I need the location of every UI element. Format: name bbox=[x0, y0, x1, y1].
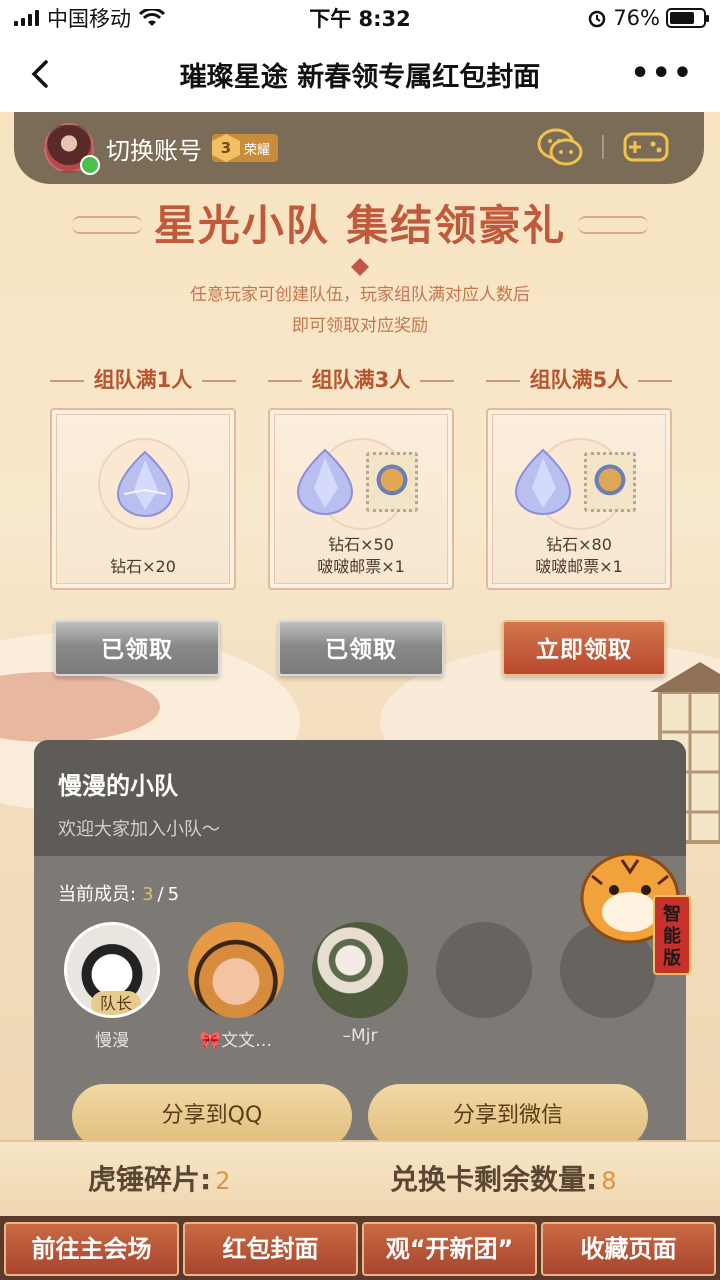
status-bar: 中国移动 下午 8:32 76% bbox=[0, 0, 720, 36]
reward-text: 钻石×50 啵啵邮票×1 bbox=[270, 534, 452, 578]
reward-tier-1: 组队满1人 钻石×20 bbox=[50, 364, 236, 590]
tab-red-envelope-cover[interactable]: 红包封面 bbox=[183, 1222, 358, 1276]
cards-label: 兑换卡剩余数量: bbox=[390, 1163, 598, 1196]
diamond-icon bbox=[296, 448, 354, 515]
member-slot-empty[interactable] bbox=[436, 922, 532, 1018]
back-button[interactable] bbox=[26, 56, 56, 92]
page-title: 璀璨星途 新春领专属红包封面 bbox=[179, 61, 541, 93]
member-name: –Mjr bbox=[342, 1026, 378, 1046]
bottom-tabs: 前往主会场 红包封面 观“开新团” 收藏页面 bbox=[0, 1216, 720, 1280]
tab-bookmark-page[interactable]: 收藏页面 bbox=[541, 1222, 716, 1276]
fragments-stat: 虎锤碎片: 2 bbox=[88, 1158, 230, 1198]
event-page: 切换账号 3 荣耀 星光小队 集结领豪礼 任意玩家可创建队伍，玩家组队满对应人数… bbox=[0, 112, 720, 1280]
more-button[interactable]: ••• bbox=[630, 56, 694, 91]
level-badge: 3 荣耀 bbox=[212, 134, 279, 162]
cards-stat: 兑换卡剩余数量: 8 bbox=[390, 1158, 616, 1198]
wechat-icon bbox=[80, 155, 100, 175]
team-name: 慢漫的小队 bbox=[58, 772, 178, 800]
reward-line: 钻石×80 bbox=[546, 535, 612, 554]
reward-tier-3: 组队满3人 钻石×50 啵啵邮票×1 bbox=[268, 364, 454, 590]
tier-label: 组队满3人 bbox=[268, 364, 454, 396]
members-label: 当前成员: bbox=[58, 884, 137, 905]
members-current: 3 bbox=[142, 884, 154, 905]
members-separator: / bbox=[157, 884, 164, 905]
diamond-icon bbox=[514, 448, 572, 515]
reward-line: 啵啵邮票×1 bbox=[535, 557, 623, 576]
reward-card: 钻石×50 啵啵邮票×1 bbox=[268, 408, 454, 590]
reward-card: 钻石×80 啵啵邮票×1 bbox=[486, 408, 672, 590]
tab-watch-new-group[interactable]: 观“开新团” bbox=[362, 1222, 537, 1276]
stats-bar: 虎锤碎片: 2 兑换卡剩余数量: 8 bbox=[0, 1140, 720, 1216]
status-time: 下午 8:32 bbox=[309, 7, 411, 31]
header-divider bbox=[602, 135, 604, 159]
reward-line: 钻石×20 bbox=[110, 557, 176, 576]
stamp-icon bbox=[584, 452, 636, 512]
members-count: 当前成员: 3/5 bbox=[58, 880, 179, 906]
share-qq-button[interactable]: 分享到QQ bbox=[72, 1084, 352, 1148]
tier-label: 组队满5人 bbox=[486, 364, 672, 396]
cards-value: 8 bbox=[601, 1167, 617, 1195]
member-name: 🎀文文… bbox=[199, 1031, 273, 1051]
tiger-mascot-icon[interactable]: 智 能 版 bbox=[572, 836, 702, 976]
title-ornament bbox=[72, 216, 142, 234]
tab-main-venue[interactable]: 前往主会场 bbox=[4, 1222, 179, 1276]
reward-text: 钻石×20 bbox=[52, 556, 234, 578]
title-ornament bbox=[578, 216, 648, 234]
avatar bbox=[188, 922, 284, 1018]
reward-tier-5: 组队满5人 钻石×80 啵啵邮票×1 bbox=[486, 364, 672, 590]
member-name: 慢漫 bbox=[95, 1031, 129, 1051]
battery-icon bbox=[666, 8, 709, 28]
event-description: 任意玩家可创建队伍，玩家组队满对应人数后 即可领取对应奖励 bbox=[0, 280, 720, 342]
member-slot[interactable]: 🎀文文… bbox=[188, 922, 284, 1051]
leader-badge: 队长 bbox=[91, 991, 141, 1015]
user-avatar bbox=[44, 123, 100, 175]
member-slot[interactable]: 队长 慢漫 bbox=[64, 922, 160, 1051]
claimed-button[interactable]: 已领取 bbox=[54, 620, 220, 676]
diamond-ornament bbox=[351, 258, 369, 276]
level-number: 3 bbox=[212, 134, 240, 162]
diamond-icon bbox=[116, 450, 174, 517]
level-text: 荣耀 bbox=[244, 142, 271, 158]
fragments-value: 2 bbox=[215, 1167, 231, 1195]
reward-line: 啵啵邮票×1 bbox=[317, 557, 405, 576]
chat-icon[interactable] bbox=[536, 126, 584, 168]
nav-bar: 璀璨星途 新春领专属红包封面 ••• bbox=[0, 36, 720, 112]
members-total: 5 bbox=[167, 884, 180, 905]
empty-avatar bbox=[436, 922, 532, 1018]
desc-line: 即可领取对应奖励 bbox=[292, 316, 428, 336]
reward-card: 钻石×20 bbox=[50, 408, 236, 590]
stamp-icon bbox=[366, 452, 418, 512]
claimed-button[interactable]: 已领取 bbox=[278, 620, 444, 676]
mascot-banner-char: 版 bbox=[663, 947, 681, 969]
mascot-banner-char: 能 bbox=[663, 925, 681, 947]
account-bar: 切换账号 3 荣耀 bbox=[14, 112, 704, 184]
avatar bbox=[312, 922, 408, 1018]
member-slot[interactable]: –Mjr bbox=[312, 922, 408, 1046]
desc-line: 任意玩家可创建队伍，玩家组队满对应人数后 bbox=[190, 285, 530, 305]
fragments-label: 虎锤碎片: bbox=[88, 1163, 212, 1196]
reward-text: 钻石×80 啵啵邮票×1 bbox=[488, 534, 670, 578]
tier-label: 组队满1人 bbox=[50, 364, 236, 396]
share-wechat-button[interactable]: 分享到微信 bbox=[368, 1084, 648, 1148]
switch-account-button[interactable]: 切换账号 bbox=[106, 131, 202, 166]
avatar: 队长 bbox=[64, 922, 160, 1018]
gamepad-icon[interactable] bbox=[622, 126, 670, 168]
mascot-banner-char: 智 bbox=[663, 903, 681, 925]
reward-line: 钻石×50 bbox=[328, 535, 394, 554]
